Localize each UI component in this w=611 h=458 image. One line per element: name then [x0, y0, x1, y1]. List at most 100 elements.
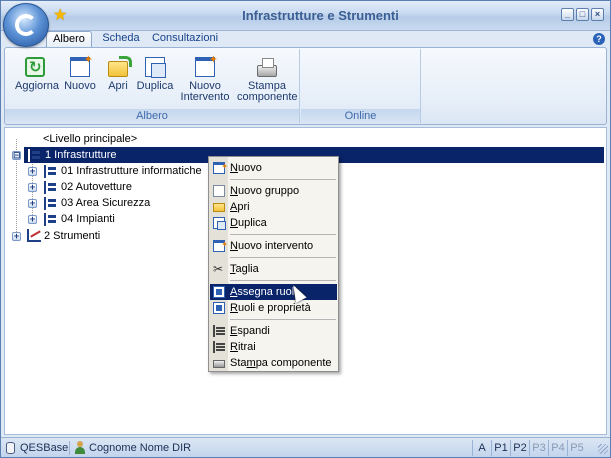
expand-toggle[interactable]: +: [28, 199, 37, 208]
expand-toggle[interactable]: +: [12, 232, 21, 241]
ribbon-group-albero: Aggiorna Nuovo Apri Duplica Nuovo Interv…: [5, 49, 300, 123]
infrastructure-icon: [44, 213, 58, 226]
open-folder-icon: [213, 203, 225, 212]
menu-separator: [230, 319, 336, 320]
refresh-icon: [25, 57, 45, 77]
menu-label-rest: pri: [237, 201, 250, 213]
close-button[interactable]: ×: [591, 8, 604, 21]
new-intervention-icon: [213, 237, 228, 253]
maximize-button[interactable]: □: [576, 8, 589, 21]
duplicate-icon: [213, 217, 226, 230]
infrastructure-icon: [44, 165, 58, 178]
duplicate-icon: [145, 57, 166, 78]
status-separator: [69, 441, 70, 455]
status-cell-p1[interactable]: P1: [491, 440, 510, 456]
menu-item-espandi[interactable]: Espandi: [210, 323, 337, 339]
menu-label-access-key: R: [230, 302, 238, 314]
expand-tree-icon: [213, 325, 225, 337]
status-cell-p5: P5: [567, 440, 586, 456]
tree-node-area-sicurezza[interactable]: 03 Area Sicurezza: [61, 195, 150, 211]
assign-roles-icon: [213, 286, 225, 298]
tab-albero[interactable]: Albero: [46, 31, 92, 47]
menu-item-duplica[interactable]: Duplica: [210, 215, 337, 231]
menu-item-ruoli-proprieta[interactable]: Ruoli e proprietà: [210, 300, 337, 316]
ribbon-group-online: Online: [301, 49, 421, 123]
new-document-icon: [213, 159, 228, 175]
roles-properties-icon: [213, 302, 225, 314]
aggiorna-button[interactable]: Aggiorna: [15, 57, 59, 92]
minimize-button[interactable]: _: [561, 8, 574, 21]
menu-separator: [230, 234, 336, 235]
group-label-albero: Albero: [5, 109, 299, 123]
ribbon-tabs: Albero Scheda Consultazioni: [1, 31, 610, 47]
nuovo-label: Nuovo: [64, 80, 96, 92]
tab-scheda[interactable]: Scheda: [101, 31, 141, 47]
collapse-toggle[interactable]: ⊟: [12, 151, 21, 160]
stampa-componente-button[interactable]: Stampa componente: [237, 57, 298, 103]
menu-item-ritrai[interactable]: Ritrai: [210, 339, 337, 355]
menu-item-stampa-componente[interactable]: Stampa componente: [210, 355, 337, 371]
menu-label-rest: uovo intervento: [237, 240, 314, 252]
printer-icon: [257, 58, 277, 77]
menu-item-apri[interactable]: Apri: [210, 199, 337, 215]
menu-label-rest: aglia: [235, 263, 259, 275]
ribbon-panel: Aggiorna Nuovo Apri Duplica Nuovo Interv…: [4, 47, 607, 125]
status-cell-a[interactable]: A: [472, 440, 491, 456]
menu-label-access-key: N: [230, 240, 238, 252]
expand-toggle[interactable]: +: [28, 215, 37, 224]
help-icon[interactable]: ?: [593, 33, 605, 45]
status-cell-p3: P3: [529, 440, 548, 456]
menu-separator: [230, 280, 336, 281]
apri-label: Apri: [108, 80, 128, 92]
database-icon: [6, 442, 15, 454]
tree-node-impianti[interactable]: 04 Impianti: [61, 211, 115, 227]
page-icon: [213, 185, 225, 197]
status-cell-p4: P4: [548, 440, 567, 456]
menu-separator: [230, 179, 336, 180]
menu-item-nuovo-intervento[interactable]: Nuovo intervento: [210, 237, 337, 254]
infrastructure-icon: [44, 181, 58, 194]
infrastructure-icon: [28, 149, 42, 162]
menu-label-access-key: m: [246, 357, 256, 369]
status-bar: QESBase Cognome Nome DIR A P1 P2 P3 P4 P…: [1, 437, 610, 457]
menu-separator: [230, 257, 336, 258]
menu-item-nuovo-gruppo[interactable]: Nuovo gruppo: [210, 183, 337, 199]
context-menu: Nuovo Nuovo gruppo Apri Duplica Nuovo in…: [208, 156, 339, 372]
open-folder-icon: [108, 56, 132, 77]
application-menu-button[interactable]: [3, 3, 49, 47]
expand-toggle[interactable]: +: [28, 183, 37, 192]
tab-consultazioni[interactable]: Consultazioni: [151, 31, 219, 47]
nuovo-button[interactable]: Nuovo: [63, 53, 97, 92]
database-name: QESBase: [20, 442, 69, 454]
nuovo-intervento-button[interactable]: Nuovo Intervento: [177, 53, 233, 103]
tree-node-informatiche[interactable]: 01 Infrastrutture informatiche: [61, 163, 202, 179]
status-cell-p2[interactable]: P2: [510, 440, 529, 456]
nuovo-intervento-label-2: Intervento: [180, 91, 230, 103]
app-window: ★ Infrastrutture e Strumenti _ □ × Alber…: [0, 0, 611, 458]
menu-item-assegna-ruoli[interactable]: Assegna ruoli: [210, 284, 337, 300]
tree-root[interactable]: <Livello principale>: [43, 131, 137, 147]
tree-node-autovetture[interactable]: 02 Autovetture: [61, 179, 132, 195]
printer-icon: [213, 360, 225, 368]
menu-label-rest: pa componente: [255, 357, 332, 369]
expand-toggle[interactable]: +: [28, 167, 37, 176]
menu-label-access-key: N: [230, 162, 238, 174]
menu-label-pre: Sta: [230, 357, 247, 369]
menu-label-rest: uplica: [237, 217, 267, 229]
tree-node-label: 1 Infrastrutture: [45, 149, 117, 161]
stampa-label-2: componente: [237, 91, 298, 103]
duplica-button[interactable]: Duplica: [135, 57, 175, 92]
resize-grip[interactable]: [598, 444, 608, 454]
duplica-label: Duplica: [136, 80, 174, 92]
menu-label-rest: uovo: [237, 162, 262, 174]
apri-button[interactable]: Apri: [103, 56, 133, 92]
instrument-icon: [27, 229, 41, 242]
menu-label-access-key: R: [230, 341, 238, 353]
title-bar: ★ Infrastrutture e Strumenti _ □ ×: [1, 1, 610, 31]
menu-item-nuovo[interactable]: Nuovo: [210, 159, 337, 176]
collapse-tree-icon: [213, 341, 225, 353]
menu-label-rest: uovo gruppo: [237, 185, 300, 197]
infrastructure-icon: [44, 197, 58, 210]
menu-item-taglia[interactable]: ✂ Taglia: [210, 261, 337, 277]
tree-node-strumenti[interactable]: 2 Strumenti: [44, 228, 100, 244]
